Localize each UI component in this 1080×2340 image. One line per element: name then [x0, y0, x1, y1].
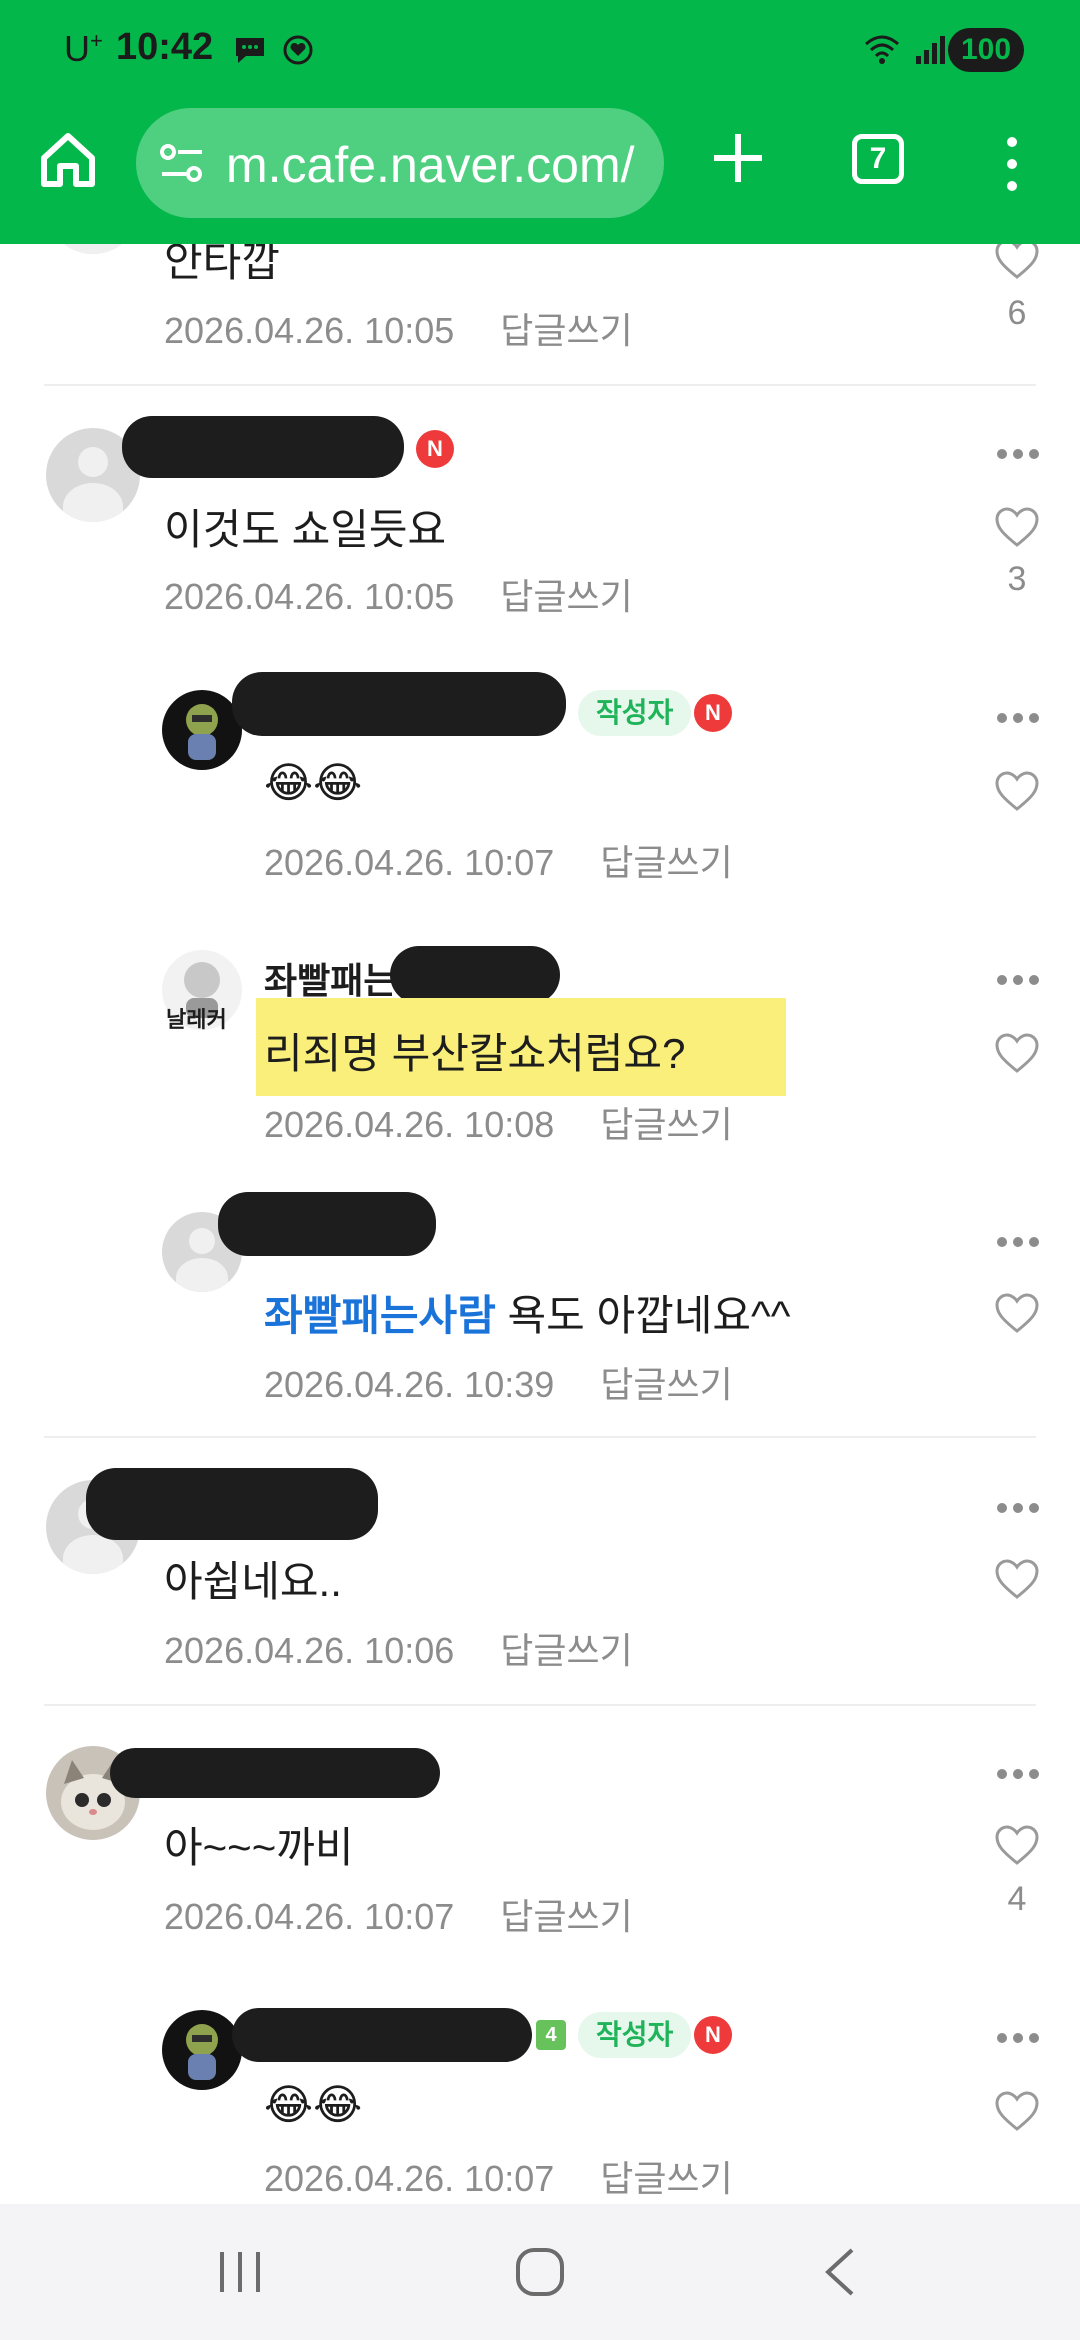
- reply-button[interactable]: 답글쓰기: [500, 1896, 632, 1937]
- reply-button[interactable]: 답글쓰기: [600, 842, 732, 883]
- comment-time: 2026.04.26. 10:39: [264, 1364, 555, 1405]
- recent-apps-icon[interactable]: [210, 2242, 270, 2302]
- comment-meta: 2026.04.26. 10:07 답글쓰기: [164, 1888, 633, 1940]
- battery-icon: 100: [948, 28, 1024, 72]
- more-options-icon[interactable]: [996, 974, 1040, 986]
- author-badge: 작성자: [578, 2012, 692, 2058]
- reply-button[interactable]: 답글쓰기: [600, 1104, 732, 1145]
- like-heart-icon[interactable]: [994, 1824, 1040, 1866]
- comment-time: 2026.04.26. 10:06: [164, 1630, 455, 1671]
- like-heart-icon[interactable]: [994, 770, 1040, 812]
- comment-text: 이것도 쇼일듯요: [164, 506, 447, 553]
- redacted-nickname: [232, 672, 566, 736]
- redacted-nickname: [122, 416, 404, 478]
- redacted-nickname: [218, 1192, 436, 1256]
- site-settings-icon[interactable]: [158, 140, 206, 186]
- more-options-icon[interactable]: [996, 712, 1040, 724]
- carrier-label: U+: [64, 28, 103, 69]
- wifi-icon: [865, 35, 899, 64]
- more-options-icon[interactable]: [996, 448, 1040, 460]
- signal-icon: [916, 36, 945, 64]
- address-bar[interactable]: m.cafe.naver.com/: [136, 108, 664, 218]
- system-nav-bar: [0, 2204, 1080, 2340]
- like-heart-icon[interactable]: [994, 506, 1040, 548]
- comment-time: 2026.04.26. 10:08: [264, 1104, 555, 1145]
- tabs-icon[interactable]: 7: [852, 134, 904, 184]
- divider: [44, 1436, 1036, 1438]
- notification-icon: [283, 35, 313, 65]
- browser-header: U+ 10:42 100 m.cafe.naver.com/ 7: [0, 0, 1080, 244]
- author-avatar[interactable]: [162, 2010, 242, 2090]
- more-options-icon[interactable]: [996, 2032, 1040, 2044]
- more-options-icon[interactable]: [996, 1236, 1040, 1248]
- reply-button[interactable]: 답글쓰기: [600, 2158, 732, 2199]
- like-count: 4: [1007, 1880, 1027, 1918]
- comment-time: 2026.04.26. 10:07: [264, 842, 555, 883]
- like-heart-icon[interactable]: [994, 1292, 1040, 1334]
- message-icon: [236, 38, 264, 63]
- author-avatar[interactable]: [162, 690, 242, 770]
- nickname[interactable]: 좌빨패는: [264, 952, 396, 1004]
- redacted-nickname: [232, 2008, 532, 2062]
- reply-button[interactable]: 답글쓰기: [500, 1630, 632, 1671]
- reply-button[interactable]: 답글쓰기: [500, 310, 632, 351]
- like-heart-icon[interactable]: [994, 238, 1040, 280]
- redacted-nickname: [110, 1748, 440, 1798]
- comment-text: 리죄명 부산칼쇼처럼요?: [264, 1030, 686, 1077]
- comment-text: 아쉽네요..: [164, 1558, 342, 1605]
- home-icon[interactable]: [36, 128, 100, 192]
- like-heart-icon[interactable]: [994, 1032, 1040, 1074]
- comment-text: 😂😂: [264, 2081, 363, 2128]
- reply-button[interactable]: 답글쓰기: [600, 1364, 732, 1405]
- level-badge: 4: [536, 2020, 566, 2050]
- comment-meta: 2026.04.26. 10:06 답글쓰기: [164, 1622, 633, 1674]
- divider: [44, 1704, 1036, 1706]
- comment-meta: 2026.04.26. 10:07 답글쓰기: [264, 834, 733, 886]
- author-badge: 작성자: [578, 690, 692, 736]
- comment-meta: 2026.04.26. 10:08 답글쓰기: [264, 1096, 733, 1148]
- character-icon: [186, 704, 218, 760]
- like-count: 3: [1007, 560, 1027, 598]
- app-root: 안타깝 2026.04.26. 10:05 답글쓰기 6 N 이것도 쇼일듯요 2…: [0, 0, 1080, 2340]
- comment-time: 2026.04.26. 10:07: [264, 2158, 555, 2199]
- redacted-nickname: [86, 1468, 378, 1540]
- comment-time: 2026.04.26. 10:07: [164, 1896, 455, 1937]
- comment-text: 좌빨패는사람 욕도 아깝네요^^: [264, 1282, 790, 1343]
- new-badge: N: [694, 2016, 732, 2054]
- back-icon[interactable]: [812, 2242, 872, 2302]
- redacted-nickname: [390, 946, 560, 1004]
- browser-toolbar: m.cafe.naver.com/ 7: [0, 100, 1080, 244]
- divider: [44, 384, 1036, 386]
- new-tab-icon[interactable]: [710, 130, 766, 186]
- home-nav-icon[interactable]: [510, 2242, 570, 2302]
- mention-link[interactable]: 좌빨패는사람: [264, 1292, 496, 1339]
- more-icon[interactable]: [1000, 136, 1024, 192]
- comment-meta: 2026.04.26. 10:39 답글쓰기: [264, 1356, 733, 1408]
- more-options-icon[interactable]: [996, 1768, 1040, 1780]
- more-options-icon[interactable]: [996, 1502, 1040, 1514]
- comment-time: 2026.04.26. 10:05: [164, 576, 455, 617]
- clock: 10:42: [116, 26, 214, 68]
- comment-time: 2026.04.26. 10:05: [164, 310, 455, 351]
- new-badge: N: [416, 430, 454, 468]
- comment-text: 😂😂: [264, 759, 363, 806]
- like-heart-icon[interactable]: [994, 2090, 1040, 2132]
- status-bar: U+ 10:42 100: [0, 0, 1080, 100]
- url-text[interactable]: m.cafe.naver.com/: [226, 136, 635, 194]
- like-heart-icon[interactable]: [994, 1558, 1040, 1600]
- comment-body: 욕도 아깝네요^^: [495, 1292, 791, 1339]
- comment-text: 아~~~까비: [164, 1824, 354, 1871]
- avatar-caption: 날레커: [166, 1007, 227, 1032]
- like-count: 6: [1007, 294, 1027, 332]
- comment-meta: 2026.04.26. 10:07 답글쓰기: [264, 2150, 733, 2202]
- new-badge: N: [694, 694, 732, 732]
- reply-button[interactable]: 답글쓰기: [500, 576, 632, 617]
- comment-meta: 2026.04.26. 10:05 답글쓰기: [164, 302, 633, 354]
- comment-meta: 2026.04.26. 10:05 답글쓰기: [164, 568, 633, 620]
- character-icon: [186, 2024, 218, 2080]
